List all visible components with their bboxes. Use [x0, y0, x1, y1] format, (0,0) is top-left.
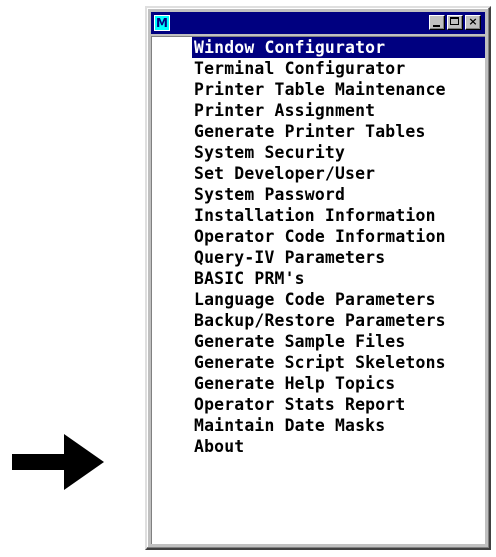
maximize-icon [450, 17, 459, 25]
menu-item[interactable]: Operator Stats Report [192, 394, 485, 415]
app-icon[interactable]: M [154, 15, 170, 31]
menu-item[interactable]: Maintain Date Masks [192, 415, 485, 436]
minimize-button[interactable] [429, 15, 445, 30]
menu-item[interactable]: System Security [192, 142, 485, 163]
menu-item[interactable]: Printer Table Maintenance [192, 79, 485, 100]
menu-item[interactable]: Printer Assignment [192, 100, 485, 121]
menu-window: M × Window Configurator Terminal Configur… [145, 6, 491, 550]
maximize-button[interactable] [447, 15, 463, 30]
menu-item[interactable]: Generate Script Skeletons [192, 352, 485, 373]
menu-item[interactable]: System Password [192, 184, 485, 205]
minimize-icon [433, 25, 440, 27]
close-icon: × [468, 15, 478, 28]
menu-item[interactable]: Window Configurator [192, 37, 485, 58]
menu-item[interactable]: Installation Information [192, 205, 485, 226]
close-button[interactable]: × [465, 15, 481, 30]
menu-item[interactable]: Generate Help Topics [192, 373, 485, 394]
menu-item[interactable]: About [192, 436, 485, 457]
menu-item[interactable]: Language Code Parameters [192, 289, 485, 310]
menu-item[interactable]: Operator Code Information [192, 226, 485, 247]
menu-item[interactable]: Query-IV Parameters [192, 247, 485, 268]
menu-item[interactable]: Backup/Restore Parameters [192, 310, 485, 331]
title-bar[interactable]: M × [151, 12, 485, 34]
menu-item[interactable]: Set Developer/User [192, 163, 485, 184]
menu-item[interactable]: Generate Sample Files [192, 331, 485, 352]
menu-list: Window Configurator Terminal Configurator… [151, 36, 485, 544]
menu-item[interactable]: BASIC PRM's [192, 268, 485, 289]
menu-item[interactable]: Generate Printer Tables [192, 121, 485, 142]
pointer-arrow-icon [12, 434, 104, 490]
menu-item[interactable]: Terminal Configurator [192, 58, 485, 79]
